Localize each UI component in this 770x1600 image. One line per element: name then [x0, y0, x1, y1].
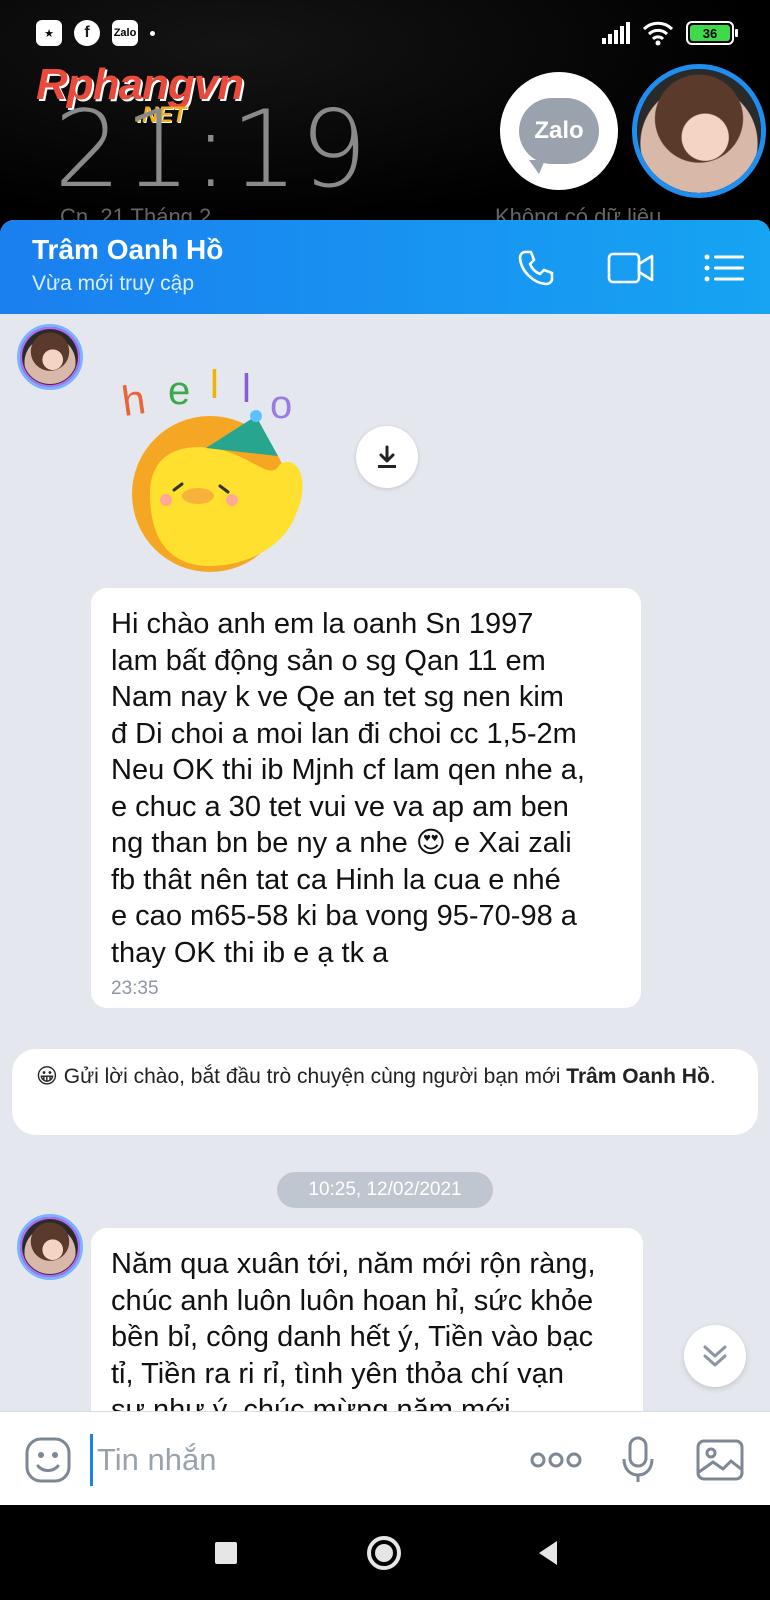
more-options-icon: [530, 1452, 582, 1468]
notice-end: .: [709, 1065, 716, 1088]
message-input[interactable]: [90, 1434, 510, 1486]
sticker-chick: [150, 447, 303, 566]
zalo-floating-bubble[interactable]: Zalo: [500, 72, 618, 190]
message-line: tỉ, Tiền ra ri rỉ, tình yên thỏa chí vạn: [111, 1357, 564, 1390]
back-button[interactable]: [524, 1529, 572, 1577]
send-image-button[interactable]: [694, 1434, 746, 1486]
message-bubble[interactable]: Năm qua xuân tới, năm mới rộn ràng, chúc…: [91, 1228, 643, 1411]
phone-call-button[interactable]: [512, 246, 560, 290]
sticker-letter-l2: l: [242, 367, 251, 411]
star-app-icon: ★: [36, 20, 62, 46]
notice-text: Gửi lời chào, bắt đầu trò chuyện cùng ng…: [63, 1065, 567, 1088]
circle-icon: [367, 1536, 401, 1570]
message-line: Nam nay k ve Qe an tet sg nen kim: [111, 681, 564, 713]
video-call-icon: [607, 252, 654, 284]
home-button[interactable]: [360, 1529, 408, 1577]
lockscreen-clock: 21:19: [54, 88, 370, 211]
video-call-button[interactable]: [604, 246, 658, 290]
facebook-icon: f: [74, 20, 100, 46]
message-line: bền bỉ, công danh hết ý, Tiền vào bạc: [111, 1321, 594, 1353]
chat-header: Trâm Oanh Hồ Vừa mới truy cập: [0, 220, 770, 314]
sticker-letter-l1: l: [210, 363, 219, 407]
square-icon: [215, 1542, 237, 1564]
contact-status: Vừa mới truy cập: [32, 272, 195, 295]
download-icon: [378, 445, 396, 468]
status-bar-system: 36: [602, 20, 738, 46]
message-bubble[interactable]: Hi chào anh em la oanh Sn 1997 lam bất đ…: [91, 588, 641, 1008]
double-chevron-down-icon: [703, 1345, 727, 1367]
message-line: e cao m65-58 ki ba vong 95-70-98 a: [111, 900, 577, 932]
chat-window: Trâm Oanh Hồ Vừa mới truy cập h e l l o …: [0, 220, 770, 1505]
message-line: sự như ý, chúc mừng năm mới: [111, 1394, 511, 1411]
message-line: e chuc a 30 tet vui ve va ap am ben: [111, 790, 569, 823]
zalo-bubble-label: Zalo: [534, 117, 584, 144]
chathead-avatar: [637, 69, 761, 193]
message-line: fb thât nên tat ca Hinh la cua e nhé: [111, 863, 561, 896]
message-line: thay OK thi ib e ạ tk a: [111, 936, 389, 969]
zalo-icon: Zalo: [112, 20, 138, 46]
sticker-hat-pom: [250, 410, 262, 422]
message-line: Hi chào anh em la oanh Sn 1997: [111, 608, 534, 640]
message-input-bar: [0, 1411, 770, 1505]
more-notifications-dot: [150, 30, 155, 36]
download-sticker-button[interactable]: [356, 426, 418, 488]
menu-icon: [704, 254, 744, 282]
sticker-cheek-left: [160, 494, 172, 506]
zalo-icon-label: Zalo: [113, 27, 137, 39]
message-line: ng than bn be ny a nhe 😍 e Xai zali: [111, 827, 572, 859]
scroll-to-bottom-button[interactable]: [684, 1325, 746, 1387]
emoji-button[interactable]: [22, 1434, 74, 1486]
emoji-icon: [25, 1437, 71, 1483]
voice-message-button[interactable]: [612, 1434, 664, 1486]
message-line: chúc anh luôn luôn hoan hỉ, sức khỏe: [111, 1284, 594, 1317]
sticker-letter-o: o: [270, 383, 292, 427]
sticker-beak: [182, 488, 214, 504]
message-line: Năm qua xuân tới, năm mới rộn ràng,: [111, 1248, 596, 1280]
contact-name[interactable]: Trâm Oanh Hồ: [32, 234, 223, 266]
microphone-icon: [622, 1436, 654, 1482]
battery-level: 36: [702, 25, 718, 41]
message-time: 23:35: [111, 978, 159, 999]
date-separator: 10:25, 12/02/2021: [277, 1172, 493, 1208]
phone-icon: [518, 250, 554, 286]
contact-chathead[interactable]: [632, 64, 766, 198]
notice-contact-name: Trâm Oanh Hồ: [566, 1065, 710, 1088]
signal-icon: [602, 22, 630, 44]
message-line: Neu OK thi ib Mjnh cf lam qen nhe a,: [111, 754, 585, 786]
recents-button[interactable]: [202, 1529, 250, 1577]
system-navigation-bar: [0, 1505, 770, 1600]
sticker-letter-h: h: [119, 375, 149, 425]
sticker-cheek-right: [226, 494, 238, 506]
back-triangle-icon: [539, 1541, 557, 1565]
contact-avatar[interactable]: [17, 324, 83, 390]
avatar-image: [23, 1220, 77, 1274]
status-bar-notifications: ★ f Zalo: [36, 20, 155, 46]
contact-avatar[interactable]: [17, 1214, 83, 1280]
image-icon: [696, 1439, 744, 1481]
wifi-icon: [642, 21, 674, 46]
hello-sticker[interactable]: h e l l o: [110, 344, 330, 574]
status-bar: ★ f Zalo 36: [0, 0, 770, 64]
message-line: lam bất động sản o sg Qan 11 em: [111, 644, 546, 677]
grin-emoji-icon: 😀: [36, 1065, 58, 1088]
message-list[interactable]: h e l l o Hi chào anh em la oanh Sn 1997…: [0, 314, 770, 1411]
new-friend-notice[interactable]: 😀 Gửi lời chào, bắt đầu trò chuyện cùng …: [12, 1049, 758, 1135]
avatar-image: [23, 330, 77, 384]
sticker-letter-e: e: [168, 369, 190, 413]
battery-icon: 36: [686, 21, 738, 45]
chat-menu-button[interactable]: [700, 246, 748, 290]
more-options-button[interactable]: [528, 1434, 584, 1486]
message-line: đ Di choi a moi lan đi choi cc 1,5-2m: [111, 717, 577, 750]
